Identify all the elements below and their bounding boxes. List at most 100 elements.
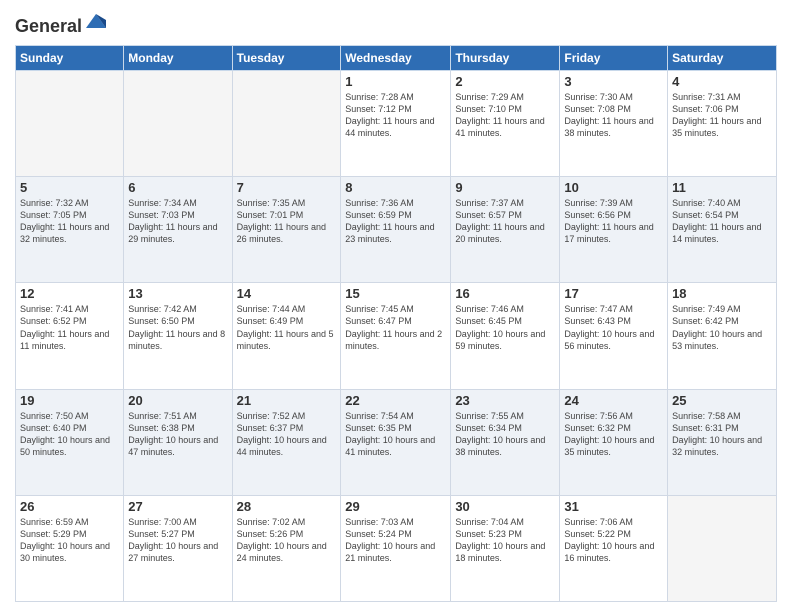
day-info: Sunrise: 7:29 AM Sunset: 7:10 PM Dayligh…: [455, 91, 555, 140]
day-cell: 17 Sunrise: 7:47 AM Sunset: 6:43 PM Dayli…: [560, 283, 668, 389]
week-row-2: 5 Sunrise: 7:32 AM Sunset: 7:05 PM Daylig…: [16, 177, 777, 283]
day-info: Sunrise: 7:31 AM Sunset: 7:06 PM Dayligh…: [672, 91, 772, 140]
day-number: 6: [128, 180, 227, 195]
day-number: 8: [345, 180, 446, 195]
day-number: 22: [345, 393, 446, 408]
day-cell: 9Sunrise: 7:37 AM Sunset: 6:57 PM Daylig…: [451, 177, 560, 283]
day-number: 30: [455, 499, 555, 514]
day-cell: 15 Sunrise: 7:45 AM Sunset: 6:47 PM Dayli…: [341, 283, 451, 389]
day-number: 13: [128, 286, 227, 301]
day-cell: 27 Sunrise: 7:00 AM Sunset: 5:27 PM Dayli…: [124, 495, 232, 601]
day-cell: 6Sunrise: 7:34 AM Sunset: 7:03 PM Daylig…: [124, 177, 232, 283]
day-cell: 18 Sunrise: 7:49 AM Sunset: 6:42 PM Dayli…: [668, 283, 777, 389]
day-number: 4: [672, 74, 772, 89]
day-number: 25: [672, 393, 772, 408]
day-info: Sunrise: 7:36 AM Sunset: 6:59 PM Dayligh…: [345, 197, 446, 246]
day-cell: 1Sunrise: 7:28 AM Sunset: 7:12 PM Daylig…: [341, 70, 451, 176]
weekday-header-friday: Friday: [560, 45, 668, 70]
logo-text: General: [15, 10, 106, 37]
day-number: 15: [345, 286, 446, 301]
day-info: Sunrise: 6:59 AM Sunset: 5:29 PM Dayligh…: [20, 516, 119, 565]
logo-icon: [84, 10, 106, 32]
weekday-header-tuesday: Tuesday: [232, 45, 341, 70]
day-cell: 30Sunrise: 7:04 AM Sunset: 5:23 PM Dayli…: [451, 495, 560, 601]
day-cell: 10Sunrise: 7:39 AM Sunset: 6:56 PM Dayli…: [560, 177, 668, 283]
day-number: 5: [20, 180, 119, 195]
day-info: Sunrise: 7:50 AM Sunset: 6:40 PM Dayligh…: [20, 410, 119, 459]
logo: General: [15, 10, 106, 37]
day-info: Sunrise: 7:49 AM Sunset: 6:42 PM Dayligh…: [672, 303, 772, 352]
week-row-5: 26 Sunrise: 6:59 AM Sunset: 5:29 PM Dayli…: [16, 495, 777, 601]
day-number: 27: [128, 499, 227, 514]
weekday-header-wednesday: Wednesday: [341, 45, 451, 70]
weekday-header-monday: Monday: [124, 45, 232, 70]
day-cell: 23Sunrise: 7:55 AM Sunset: 6:34 PM Dayli…: [451, 389, 560, 495]
day-cell: 7 Sunrise: 7:35 AM Sunset: 7:01 PM Daylig…: [232, 177, 341, 283]
day-info: Sunrise: 7:37 AM Sunset: 6:57 PM Dayligh…: [455, 197, 555, 246]
day-cell: 13 Sunrise: 7:42 AM Sunset: 6:50 PM Dayli…: [124, 283, 232, 389]
day-number: 19: [20, 393, 119, 408]
day-cell: 31Sunrise: 7:06 AM Sunset: 5:22 PM Dayli…: [560, 495, 668, 601]
day-info: Sunrise: 7:32 AM Sunset: 7:05 PM Dayligh…: [20, 197, 119, 246]
day-cell: 5 Sunrise: 7:32 AM Sunset: 7:05 PM Daylig…: [16, 177, 124, 283]
day-info: Sunrise: 7:41 AM Sunset: 6:52 PM Dayligh…: [20, 303, 119, 352]
header: General: [15, 10, 777, 37]
day-number: 28: [237, 499, 337, 514]
day-info: Sunrise: 7:35 AM Sunset: 7:01 PM Dayligh…: [237, 197, 337, 246]
day-info: Sunrise: 7:45 AM Sunset: 6:47 PM Dayligh…: [345, 303, 446, 352]
day-number: 7: [237, 180, 337, 195]
day-info: Sunrise: 7:55 AM Sunset: 6:34 PM Dayligh…: [455, 410, 555, 459]
day-number: 21: [237, 393, 337, 408]
day-cell: 21 Sunrise: 7:52 AM Sunset: 6:37 PM Dayli…: [232, 389, 341, 495]
day-cell: 22Sunrise: 7:54 AM Sunset: 6:35 PM Dayli…: [341, 389, 451, 495]
page: General SundayMondayTuesdayWednesdayThur…: [0, 0, 792, 612]
day-cell: [668, 495, 777, 601]
day-number: 29: [345, 499, 446, 514]
week-row-3: 12 Sunrise: 7:41 AM Sunset: 6:52 PM Dayli…: [16, 283, 777, 389]
weekday-header-saturday: Saturday: [668, 45, 777, 70]
calendar-table: SundayMondayTuesdayWednesdayThursdayFrid…: [15, 45, 777, 602]
day-cell: 11Sunrise: 7:40 AM Sunset: 6:54 PM Dayli…: [668, 177, 777, 283]
day-info: Sunrise: 7:03 AM Sunset: 5:24 PM Dayligh…: [345, 516, 446, 565]
day-cell: 2 Sunrise: 7:29 AM Sunset: 7:10 PM Daylig…: [451, 70, 560, 176]
day-cell: 12 Sunrise: 7:41 AM Sunset: 6:52 PM Dayli…: [16, 283, 124, 389]
day-cell: 29 Sunrise: 7:03 AM Sunset: 5:24 PM Dayli…: [341, 495, 451, 601]
day-info: Sunrise: 7:02 AM Sunset: 5:26 PM Dayligh…: [237, 516, 337, 565]
day-number: 16: [455, 286, 555, 301]
day-info: Sunrise: 7:47 AM Sunset: 6:43 PM Dayligh…: [564, 303, 663, 352]
day-cell: [124, 70, 232, 176]
day-info: Sunrise: 7:06 AM Sunset: 5:22 PM Dayligh…: [564, 516, 663, 565]
weekday-header-sunday: Sunday: [16, 45, 124, 70]
day-info: Sunrise: 7:52 AM Sunset: 6:37 PM Dayligh…: [237, 410, 337, 459]
day-info: Sunrise: 7:30 AM Sunset: 7:08 PM Dayligh…: [564, 91, 663, 140]
day-info: Sunrise: 7:40 AM Sunset: 6:54 PM Dayligh…: [672, 197, 772, 246]
day-info: Sunrise: 7:58 AM Sunset: 6:31 PM Dayligh…: [672, 410, 772, 459]
day-cell: 16 Sunrise: 7:46 AM Sunset: 6:45 PM Dayli…: [451, 283, 560, 389]
day-number: 18: [672, 286, 772, 301]
day-info: Sunrise: 7:42 AM Sunset: 6:50 PM Dayligh…: [128, 303, 227, 352]
day-number: 26: [20, 499, 119, 514]
day-info: Sunrise: 7:44 AM Sunset: 6:49 PM Dayligh…: [237, 303, 337, 352]
day-cell: [16, 70, 124, 176]
day-cell: 25 Sunrise: 7:58 AM Sunset: 6:31 PM Dayli…: [668, 389, 777, 495]
day-info: Sunrise: 7:28 AM Sunset: 7:12 PM Dayligh…: [345, 91, 446, 140]
week-row-1: 1Sunrise: 7:28 AM Sunset: 7:12 PM Daylig…: [16, 70, 777, 176]
day-cell: 3 Sunrise: 7:30 AM Sunset: 7:08 PM Daylig…: [560, 70, 668, 176]
day-number: 2: [455, 74, 555, 89]
week-row-4: 19 Sunrise: 7:50 AM Sunset: 6:40 PM Dayli…: [16, 389, 777, 495]
logo-general: General: [15, 16, 82, 36]
weekday-header-thursday: Thursday: [451, 45, 560, 70]
day-number: 17: [564, 286, 663, 301]
day-cell: 19 Sunrise: 7:50 AM Sunset: 6:40 PM Dayli…: [16, 389, 124, 495]
day-number: 3: [564, 74, 663, 89]
day-cell: [232, 70, 341, 176]
day-info: Sunrise: 7:51 AM Sunset: 6:38 PM Dayligh…: [128, 410, 227, 459]
day-info: Sunrise: 7:46 AM Sunset: 6:45 PM Dayligh…: [455, 303, 555, 352]
day-cell: 14Sunrise: 7:44 AM Sunset: 6:49 PM Dayli…: [232, 283, 341, 389]
day-cell: 26 Sunrise: 6:59 AM Sunset: 5:29 PM Dayli…: [16, 495, 124, 601]
day-number: 20: [128, 393, 227, 408]
weekday-header-row: SundayMondayTuesdayWednesdayThursdayFrid…: [16, 45, 777, 70]
day-info: Sunrise: 7:00 AM Sunset: 5:27 PM Dayligh…: [128, 516, 227, 565]
day-cell: 8 Sunrise: 7:36 AM Sunset: 6:59 PM Daylig…: [341, 177, 451, 283]
day-number: 12: [20, 286, 119, 301]
